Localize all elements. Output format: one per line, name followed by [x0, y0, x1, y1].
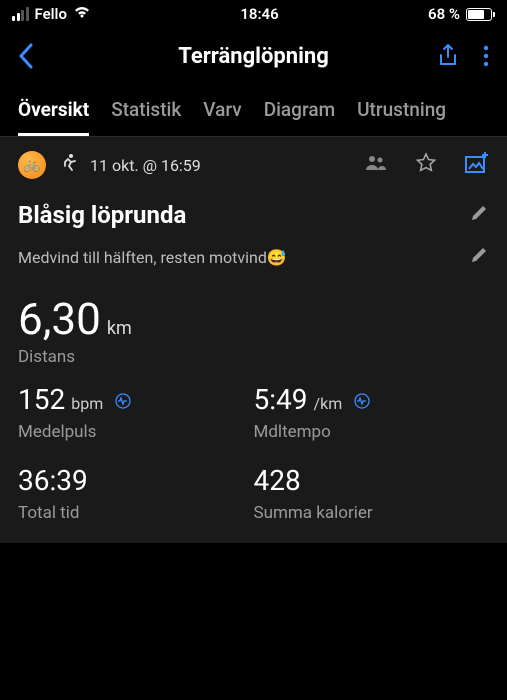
tab-overview[interactable]: Översikt — [18, 84, 89, 136]
distance-unit: km — [107, 320, 132, 338]
battery-pct: 68 % — [428, 5, 460, 23]
star-icon[interactable] — [415, 152, 437, 178]
status-bar: Fello 18:46 68 % — [0, 0, 507, 28]
add-image-icon[interactable] — [465, 152, 489, 178]
status-left: Fello — [12, 5, 91, 23]
calories-label: Summa kalorier — [254, 503, 490, 523]
more-button[interactable] — [483, 45, 489, 67]
avg-pace-value: 5:49 — [254, 383, 308, 416]
people-icon[interactable] — [365, 155, 387, 175]
total-time-label: Total tid — [18, 503, 254, 523]
avg-hr-unit: bpm — [71, 394, 103, 413]
nav-bar: Terränglöpning — [0, 28, 507, 84]
activity-description: Medvind till hälften, resten motvind😅 — [18, 248, 287, 267]
avg-pace-unit: /km — [314, 394, 343, 413]
activity-title: Blåsig löprunda — [18, 201, 186, 229]
signal-icon — [12, 7, 29, 21]
edit-description-button[interactable] — [469, 245, 489, 269]
tab-gear[interactable]: Utrustning — [357, 84, 446, 136]
avg-pace-stat: 5:49 /km Mdltempo — [254, 383, 490, 442]
heart-wave-icon[interactable] — [115, 393, 131, 409]
activity-meta: 🚲 11 okt. @ 16:59 — [0, 137, 507, 193]
distance-label: Distans — [18, 347, 489, 367]
content: 🚲 11 okt. @ 16:59 Blåsig löprunda Medvin… — [0, 137, 507, 543]
battery-icon — [466, 8, 495, 21]
back-button[interactable] — [18, 43, 88, 69]
calories-value: 428 — [254, 464, 301, 497]
wifi-icon — [73, 5, 91, 23]
avg-hr-label: Medelpuls — [18, 422, 254, 442]
tab-stats[interactable]: Statistik — [111, 84, 181, 136]
avg-hr-stat: 152 bpm Medelpuls — [18, 383, 254, 442]
total-time-value: 36:39 — [18, 464, 88, 497]
tab-chart[interactable]: Diagram — [264, 84, 335, 136]
distance-value: 6,30 — [18, 297, 101, 341]
page-title: Terränglöpning — [178, 44, 329, 69]
pace-wave-icon[interactable] — [354, 393, 370, 409]
tabs: Översikt Statistik Varv Diagram Utrustni… — [0, 84, 507, 137]
activity-datetime: 11 okt. @ 16:59 — [90, 156, 353, 175]
status-right: 68 % — [428, 5, 495, 23]
share-button[interactable] — [437, 43, 459, 69]
calories-stat: 428 Summa kalorier — [254, 464, 490, 523]
tab-laps[interactable]: Varv — [203, 84, 241, 136]
running-icon — [58, 153, 78, 177]
total-time-stat: 36:39 Total tid — [18, 464, 254, 523]
avg-pace-label: Mdltempo — [254, 422, 490, 442]
status-time: 18:46 — [240, 5, 278, 23]
distance-stat: 6,30 km Distans — [0, 287, 507, 383]
carrier-text: Fello — [35, 5, 67, 23]
avg-hr-value: 152 — [18, 383, 65, 416]
avatar[interactable]: 🚲 — [18, 151, 46, 179]
edit-title-button[interactable] — [469, 203, 489, 227]
